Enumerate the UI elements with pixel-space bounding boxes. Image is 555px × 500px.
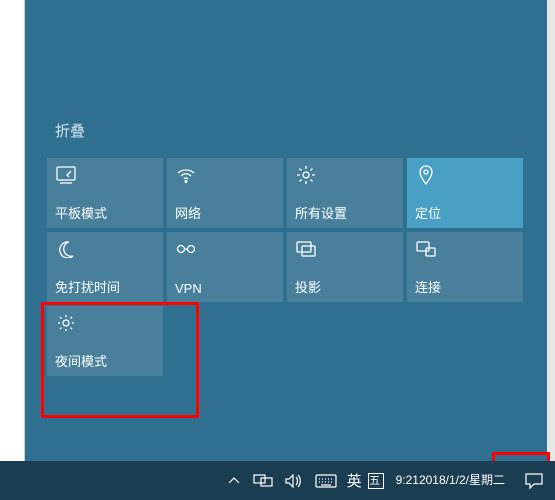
action-center-panel: 折叠 平板模式 网络 所有设置 [25,0,547,461]
tile-label: 连接 [415,277,441,296]
ime-lang: 英 [347,470,364,491]
ime-mode: 五 [368,473,384,489]
moon-icon [55,238,77,260]
collapse-button[interactable]: 折叠 [55,120,85,141]
clock[interactable]: 9:21 2018/1/2/星期二 [388,461,513,500]
tile-all-settings[interactable]: 所有设置 [287,158,403,228]
gear-icon [295,164,317,186]
ime-indicator[interactable]: 英 五 [343,461,388,500]
tile-night-light[interactable]: 夜间模式 [47,306,163,376]
show-hidden-icons[interactable] [221,461,247,500]
project-icon [295,238,317,260]
tile-network[interactable]: 网络 [167,158,283,228]
clock-date: 2018/1/2/星期二 [419,473,505,488]
taskbar: 英 五 9:21 2018/1/2/星期二 [0,461,555,500]
quick-action-tiles: 平板模式 网络 所有设置 定位 [47,158,523,376]
tile-label: 投影 [295,277,321,296]
scroll-gutter [547,0,555,461]
tile-label: 免打扰时间 [55,277,120,296]
tile-tablet-mode[interactable]: 平板模式 [47,158,163,228]
action-center-button[interactable] [513,461,555,500]
volume-icon[interactable] [279,461,309,500]
connect-icon [415,238,437,260]
tile-label: VPN [175,281,202,296]
tablet-icon [55,164,77,186]
tile-label: 定位 [415,203,441,222]
tile-label: 所有设置 [295,203,347,222]
keyboard-icon[interactable] [309,461,343,500]
tile-project[interactable]: 投影 [287,232,403,302]
tile-label: 网络 [175,203,201,222]
monitors-icon[interactable] [247,461,279,500]
sun-icon [55,312,77,334]
tile-vpn[interactable]: VPN [167,232,283,302]
tile-quiet-hours[interactable]: 免打扰时间 [47,232,163,302]
screenshot-root: 折叠 平板模式 网络 所有设置 [0,0,555,500]
tile-label: 夜间模式 [55,351,107,370]
tile-connect[interactable]: 连接 [407,232,523,302]
tile-label: 平板模式 [55,203,107,222]
app-edge [0,0,25,461]
tile-location[interactable]: 定位 [407,158,523,228]
location-icon [415,164,437,186]
vpn-icon [175,238,197,260]
clock-time: 9:21 [396,473,419,488]
wifi-icon [175,164,197,186]
